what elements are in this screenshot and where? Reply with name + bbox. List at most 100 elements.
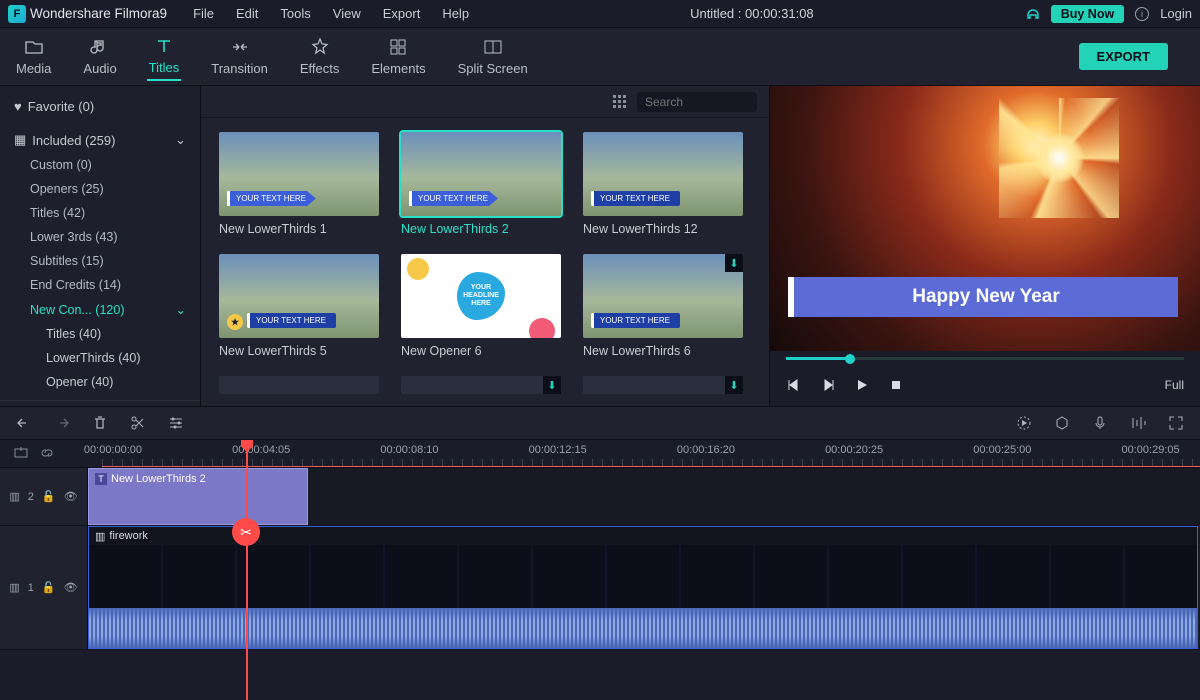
menu-help[interactable]: Help <box>432 2 479 25</box>
sidebar-titles[interactable]: Titles (42) <box>0 201 200 225</box>
tab-elements[interactable]: Elements <box>369 33 427 80</box>
sidebar-subtitles[interactable]: Subtitles (15) <box>0 249 200 273</box>
voiceover-icon[interactable] <box>1092 415 1108 431</box>
sidebar-newcon[interactable]: New Con... (120)⌄ <box>0 297 200 322</box>
sidebar-newcon-lowerthirds[interactable]: LowerThirds (40) <box>0 346 200 370</box>
download-icon[interactable]: ⬇ <box>725 376 743 394</box>
eye-icon[interactable]: 👁 <box>64 490 78 503</box>
title-card-peek[interactable]: ⬇ <box>583 376 743 394</box>
preview-controls: Full <box>770 364 1200 406</box>
title-label: New Opener 6 <box>401 344 561 358</box>
sidebar-custom[interactable]: Custom (0) <box>0 153 200 177</box>
title-card[interactable]: YOUR TEXT HERE⬇ New LowerThirds 6 <box>583 254 743 358</box>
gallery-grid[interactable]: YOUR TEXT HERE New LowerThirds 1 YOUR TE… <box>201 118 769 406</box>
title-card[interactable]: ★YOUR TEXT HERE New LowerThirds 5 <box>219 254 379 358</box>
menubar-right: Buy Now i Login <box>1025 5 1192 23</box>
title-card-peek[interactable]: ⬇ <box>401 376 561 394</box>
title-thumb[interactable]: YOUR TEXT HERE <box>401 132 561 216</box>
title-label: New LowerThirds 5 <box>219 344 379 358</box>
time-ruler[interactable]: 00:00:00:00 00:00:04:05 00:00:08:10 00:0… <box>102 440 1200 467</box>
redo-icon[interactable] <box>54 415 70 431</box>
title-card[interactable]: YOUR TEXT HERE New LowerThirds 2 <box>401 132 561 236</box>
preview-viewport[interactable]: Happy New Year <box>770 86 1200 351</box>
buy-now-button[interactable]: Buy Now <box>1051 5 1124 23</box>
title-card[interactable]: YOUR HEADLINE HERE New Opener 6 <box>401 254 561 358</box>
menu-file[interactable]: File <box>183 2 224 25</box>
headphones-icon[interactable] <box>1025 6 1041 22</box>
menu-edit[interactable]: Edit <box>226 2 268 25</box>
title-label: New LowerThirds 12 <box>583 222 743 236</box>
tab-media[interactable]: Media <box>14 33 53 80</box>
export-button[interactable]: EXPORT <box>1079 43 1168 70</box>
sidebar-newcon-opener[interactable]: Opener (40) <box>0 370 200 394</box>
stop-button[interactable] <box>888 377 904 393</box>
render-icon[interactable] <box>1016 415 1032 431</box>
eye-icon[interactable]: 👁 <box>64 581 78 594</box>
track-head[interactable]: ▥ 2 🔓 👁 <box>0 468 88 525</box>
heart-icon: ♥ <box>14 99 22 114</box>
track-body[interactable]: ▥firework <box>88 526 1200 649</box>
delete-icon[interactable] <box>92 415 108 431</box>
lock-icon[interactable]: 🔓 <box>42 581 56 594</box>
app-logo-icon: F <box>8 5 26 23</box>
ruler-mark: 00:00:12:15 <box>529 444 587 456</box>
title-clip[interactable]: TNew LowerThirds 2 <box>88 468 308 525</box>
tab-titles[interactable]: Titles <box>147 32 182 81</box>
ruler-mark: 00:00:29:05 <box>1122 444 1180 456</box>
search-box[interactable] <box>637 92 757 112</box>
marker-icon[interactable] <box>1054 415 1070 431</box>
play-button[interactable] <box>854 377 870 393</box>
menu-export[interactable]: Export <box>373 2 431 25</box>
title-thumb[interactable]: YOUR TEXT HERE⬇ <box>583 254 743 338</box>
chevron-down-icon: ⌄ <box>175 132 186 148</box>
download-icon[interactable]: ⬇ <box>543 376 561 394</box>
track-head[interactable]: ▥ 1 🔓 👁 <box>0 526 88 649</box>
cut-badge-icon[interactable]: ✂ <box>232 518 260 546</box>
tab-audio[interactable]: Audio <box>81 33 118 80</box>
tab-transition[interactable]: Transition <box>209 33 270 80</box>
title-thumb[interactable]: YOUR HEADLINE HERE <box>401 254 561 338</box>
split-icon[interactable] <box>130 415 146 431</box>
video-clip-frames <box>89 545 1197 608</box>
title-thumb[interactable]: YOUR TEXT HERE <box>219 132 379 216</box>
play-backward-button[interactable] <box>820 377 836 393</box>
download-icon[interactable]: ⬇ <box>725 254 743 272</box>
title-thumb[interactable]: YOUR TEXT HERE <box>583 132 743 216</box>
login-link[interactable]: Login <box>1160 6 1192 21</box>
adjust-icon[interactable] <box>168 415 184 431</box>
menu-tools[interactable]: Tools <box>270 2 320 25</box>
menu-view[interactable]: View <box>323 2 371 25</box>
sidebar-favorite[interactable]: ♥Favorite (0) <box>0 94 200 119</box>
sidebar-openers[interactable]: Openers (25) <box>0 177 200 201</box>
link-icon[interactable] <box>40 446 56 462</box>
ruler-mark: 00:00:16:20 <box>677 444 735 456</box>
thumb-strip: YOUR TEXT HERE <box>409 191 498 206</box>
audio-mixer-icon[interactable] <box>1130 415 1146 431</box>
sidebar-newcon-titles[interactable]: Titles (40) <box>0 322 200 346</box>
title-card[interactable]: YOUR TEXT HERE New LowerThirds 12 <box>583 132 743 236</box>
sidebar-endcredits[interactable]: End Credits (14) <box>0 273 200 297</box>
prev-frame-button[interactable] <box>786 377 802 393</box>
info-icon[interactable]: i <box>1134 6 1150 22</box>
fullscreen-button[interactable]: Full <box>1165 378 1184 392</box>
track-body[interactable]: TNew LowerThirds 2 <box>88 468 1200 525</box>
lock-icon[interactable]: 🔓 <box>42 490 56 503</box>
title-card-peek[interactable] <box>219 376 379 394</box>
title-thumb[interactable]: ★YOUR TEXT HERE <box>219 254 379 338</box>
tab-effects[interactable]: Effects <box>298 33 342 80</box>
add-track-icon[interactable] <box>14 446 30 462</box>
fit-icon[interactable] <box>1168 415 1184 431</box>
document-title: Untitled : 00:00:31:08 <box>483 6 1021 21</box>
grid-view-icon[interactable] <box>613 95 627 109</box>
sidebar-lower3rds[interactable]: Lower 3rds (43) <box>0 225 200 249</box>
title-label: New LowerThirds 6 <box>583 344 743 358</box>
video-clip[interactable]: ▥firework <box>88 526 1198 649</box>
tab-split-screen[interactable]: Split Screen <box>456 33 530 80</box>
undo-icon[interactable] <box>16 415 32 431</box>
timeline[interactable]: 00:00:00:00 00:00:04:05 00:00:08:10 00:0… <box>0 440 1200 700</box>
ruler-mark: 00:00:04:05 <box>232 444 290 456</box>
title-card[interactable]: YOUR TEXT HERE New LowerThirds 1 <box>219 132 379 236</box>
sidebar-included[interactable]: ▦Included (259)⌄ <box>0 127 200 153</box>
preview-scrubber[interactable] <box>786 357 1184 360</box>
titles-sidebar[interactable]: ♥Favorite (0) ▦Included (259)⌄ Custom (0… <box>0 86 200 406</box>
